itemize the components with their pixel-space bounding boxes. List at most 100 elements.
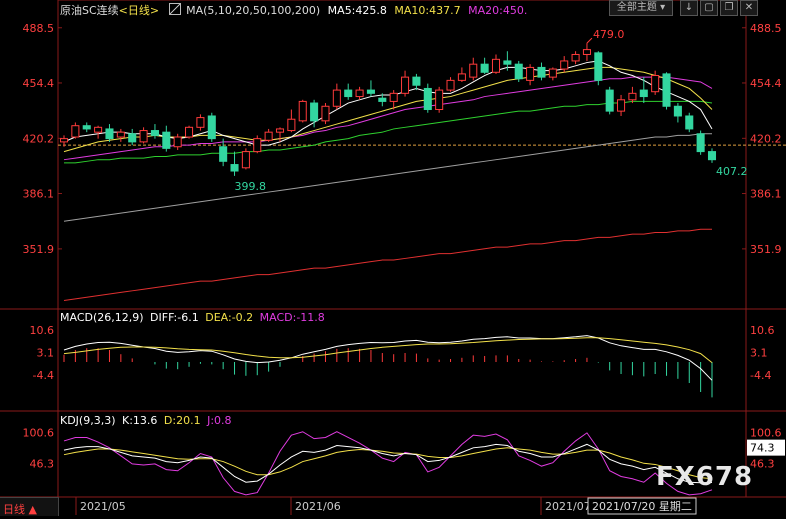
candle	[366, 80, 375, 97]
candle-body	[423, 87, 432, 111]
price-tick-left: 454.4	[23, 77, 55, 90]
candle-body	[219, 146, 228, 162]
candle	[696, 130, 705, 155]
crosshair-value: 74.3	[750, 442, 775, 455]
candle-body	[571, 53, 580, 62]
candle-body	[514, 63, 523, 80]
candle-body	[162, 131, 171, 149]
macd-diff-line	[63, 335, 713, 381]
macd-tick-left: 10.6	[30, 324, 55, 337]
macd-tick-right: 10.6	[750, 324, 775, 337]
crosshair-date-label: 2021/07/20 星期二	[592, 500, 692, 513]
macd-tick-right: -4.4	[750, 369, 771, 382]
price-tick-right: 351.9	[750, 243, 782, 256]
restore-button[interactable]: ❐	[720, 0, 738, 16]
macd-tick-right: 3.1	[750, 347, 768, 360]
kdj-tick-left: 46.3	[30, 458, 55, 471]
candle	[514, 60, 523, 82]
candle-body	[457, 73, 466, 81]
kdj-tick-left: 100.6	[23, 427, 55, 440]
kdj-k-line	[63, 443, 713, 484]
kdj-tick-right: 100.6	[750, 427, 782, 440]
candle-body	[537, 66, 546, 78]
instrument-name: 原油SC连续	[60, 4, 119, 17]
candle	[594, 51, 603, 86]
candle-body	[662, 73, 671, 107]
candle	[139, 127, 148, 144]
expand-button[interactable]: ▢	[700, 0, 718, 16]
down-arrow-button[interactable]: ↓	[680, 0, 698, 16]
x-axis-label: 2021/06	[295, 500, 341, 513]
candlestick-chart[interactable]: 488.5 488.5 454.4 454.4 420.2 420.2 386.1 386.1…	[0, 0, 786, 515]
candle	[617, 94, 626, 116]
kdj-d-value: D:20.1	[163, 414, 201, 427]
candle	[526, 64, 535, 86]
candle	[321, 103, 330, 125]
candle-body	[264, 131, 273, 141]
price-tick-left: 488.5	[23, 22, 55, 35]
candle-body	[150, 130, 159, 136]
candle-body	[139, 130, 148, 143]
candle	[264, 128, 273, 142]
x-axis-label: 2021/05	[80, 500, 126, 513]
candle	[59, 135, 69, 147]
candle-body	[82, 125, 91, 130]
kdj-k-value: K:13.6	[122, 414, 158, 427]
candle-body	[310, 102, 319, 122]
ma-settings-label[interactable]: MA(5,10,20,50,100,200)	[186, 4, 320, 17]
candle	[685, 112, 694, 133]
candle	[196, 114, 205, 131]
candle-body	[298, 100, 307, 122]
candle	[548, 67, 557, 81]
watermark-logo: FX678	[656, 462, 754, 492]
high-annotation: 479.0	[593, 28, 625, 41]
candle-body	[480, 63, 489, 73]
ma5-value: MA5:425.8	[327, 4, 387, 17]
macd-dea-value: DEA:-0.2	[205, 311, 254, 324]
candle	[162, 125, 171, 152]
candle-body	[491, 58, 501, 73]
ma200-line	[63, 228, 712, 302]
candle	[82, 122, 91, 133]
candle-body	[560, 60, 569, 70]
kdj-header: KDJ(9,3,3) K:13.6 D:20.1 J:0.8	[60, 414, 232, 427]
candle	[469, 57, 478, 81]
candle-body	[617, 99, 626, 112]
candle-body	[696, 133, 705, 153]
candle	[185, 125, 194, 139]
down-arrow-icon: ↓	[684, 2, 694, 13]
period-tab[interactable]: 日线 ▲	[0, 497, 59, 516]
candle-body	[230, 164, 239, 172]
theme-dropdown[interactable]: 全部主题 ▾	[609, 0, 673, 16]
candle	[389, 90, 398, 110]
candle-body	[548, 68, 557, 78]
x-axis-label: 2021/07	[545, 500, 591, 513]
candle	[457, 67, 466, 82]
candle	[173, 133, 182, 150]
candle	[639, 77, 648, 104]
candle-body	[321, 105, 330, 122]
price-tick-right: 420.2	[750, 132, 782, 145]
high-annotation-leader	[586, 37, 593, 44]
candle-body	[446, 79, 455, 91]
price-tick-right: 386.1	[750, 188, 782, 201]
last-annotation: 407.2	[716, 165, 748, 178]
candle	[673, 103, 682, 123]
chart-type-icon[interactable]	[168, 3, 181, 15]
kdj-title: KDJ(9,3,3)	[60, 414, 116, 427]
candle-body	[503, 60, 512, 65]
candle	[707, 148, 717, 163]
close-button[interactable]: ✕	[740, 0, 758, 16]
ma10-line	[63, 66, 713, 153]
candle	[423, 83, 432, 113]
candle	[105, 124, 114, 142]
candle	[71, 122, 80, 139]
candle	[571, 51, 580, 65]
candle	[491, 54, 501, 74]
candle	[435, 86, 444, 113]
macd-header: MACD(26,12,9) DIFF:-6.1 DEA:-0.2 MACD:-1…	[60, 311, 325, 324]
candle-body	[128, 133, 137, 143]
price-tick-left: 420.2	[23, 132, 55, 145]
candle-body	[435, 89, 444, 111]
candle-body	[582, 49, 591, 55]
